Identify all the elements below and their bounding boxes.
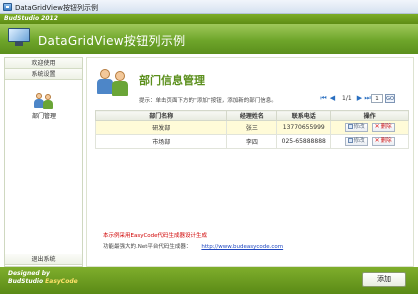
cell-department-name: 研发部 bbox=[94, 120, 228, 135]
department-icon bbox=[97, 67, 131, 97]
column-header[interactable]: 经理姓名 bbox=[226, 110, 278, 121]
sidebar: 欢迎使用 系统设置 部门管理 退出系统 bbox=[4, 57, 83, 267]
department-grid: 部门名称 经理姓名 联系电话 操作 研发部 张三 13770655999 修改 … bbox=[94, 110, 409, 149]
edit-icon bbox=[347, 138, 353, 143]
sidebar-item-label: 部门管理 bbox=[31, 113, 56, 120]
column-header[interactable]: 联系电话 bbox=[276, 110, 332, 121]
page-title: 部门信息管理 bbox=[139, 74, 205, 87]
cell-phone: 025-65888888 bbox=[276, 134, 332, 149]
page-number-input[interactable]: 1 bbox=[371, 94, 383, 103]
cell-department-name: 市场部 bbox=[94, 134, 228, 149]
exit-system-link[interactable]: 退出系统 bbox=[5, 254, 82, 265]
footer-bar: Designed by BudStudio EasyCode 添加 bbox=[0, 267, 418, 294]
sidebar-item-settings[interactable]: 系统设置 bbox=[5, 69, 82, 80]
page-info: 1/1 bbox=[342, 95, 352, 102]
platform-note: 功能最强大的.Net平台代码生成器： http://www.budeasycode… bbox=[103, 242, 283, 250]
website-link[interactable]: http://www.budeasycode.com bbox=[201, 244, 283, 250]
edit-label: 修改 bbox=[353, 124, 365, 130]
header-title: DataGridView按钮列示例 bbox=[38, 34, 186, 48]
app-header: DataGridView按钮列示例 bbox=[0, 24, 418, 54]
generator-note: 本示例采用EasyCode代码生成器设计生成 bbox=[103, 233, 208, 239]
hint-text: 提示：单击页面下方的“添加”按钮，添加新的部门信息。 bbox=[139, 98, 277, 104]
edit-icon bbox=[347, 124, 353, 129]
brand-bar: BudStudio 2012 bbox=[0, 14, 418, 24]
edit-label: 修改 bbox=[353, 138, 365, 144]
sidebar-item-department[interactable]: 部门管理 bbox=[30, 92, 58, 120]
sidebar-panel: 部门管理 bbox=[5, 80, 82, 252]
cell-actions: 修改 ✕删除 bbox=[330, 120, 409, 135]
monitor-icon bbox=[8, 28, 30, 46]
delete-icon: ✕ bbox=[374, 123, 380, 130]
product-name: EasyCode bbox=[45, 278, 78, 285]
cell-manager: 李四 bbox=[226, 134, 278, 149]
cell-manager: 张三 bbox=[226, 120, 278, 135]
delete-label: 删除 bbox=[380, 138, 392, 144]
delete-label: 删除 bbox=[380, 124, 392, 130]
delete-icon: ✕ bbox=[374, 137, 380, 144]
users-icon bbox=[33, 92, 55, 110]
designed-by-logo: Designed by BudStudio EasyCode bbox=[8, 270, 78, 286]
sidebar-item-welcome[interactable]: 欢迎使用 bbox=[5, 58, 82, 69]
column-header[interactable]: 部门名称 bbox=[94, 110, 228, 121]
cell-actions: 修改 ✕删除 bbox=[330, 134, 409, 149]
table-row[interactable]: 研发部 张三 13770655999 修改 ✕删除 bbox=[94, 120, 409, 135]
designed-by-text: Designed by bbox=[8, 270, 50, 277]
delete-button[interactable]: ✕删除 bbox=[371, 123, 395, 132]
window-titlebar: DataGridView按钮列示例 bbox=[0, 0, 418, 14]
prev-page-icon[interactable]: ◀ bbox=[328, 94, 337, 103]
brand-label: BudStudio 2012 bbox=[4, 15, 58, 22]
delete-button[interactable]: ✕删除 bbox=[371, 137, 395, 146]
studio-name: BudStudio bbox=[8, 278, 44, 285]
first-page-icon[interactable]: ⏮ bbox=[319, 94, 328, 103]
column-header: 操作 bbox=[330, 110, 409, 121]
main-panel: 部门信息管理 提示：单击页面下方的“添加”按钮，添加新的部门信息。 ⏮ ◀ 1/… bbox=[86, 57, 414, 267]
window-title: DataGridView按钮列示例 bbox=[15, 4, 99, 12]
app-icon bbox=[3, 3, 12, 11]
go-button[interactable]: GO bbox=[385, 94, 395, 103]
table-row[interactable]: 市场部 李四 025-65888888 修改 ✕删除 bbox=[94, 134, 409, 149]
platform-text: 功能最强大的.Net平台代码生成器： bbox=[103, 244, 192, 250]
add-button[interactable]: 添加 bbox=[362, 272, 406, 287]
edit-button[interactable]: 修改 bbox=[344, 137, 368, 146]
cell-phone: 13770655999 bbox=[276, 120, 332, 135]
edit-button[interactable]: 修改 bbox=[344, 123, 368, 132]
